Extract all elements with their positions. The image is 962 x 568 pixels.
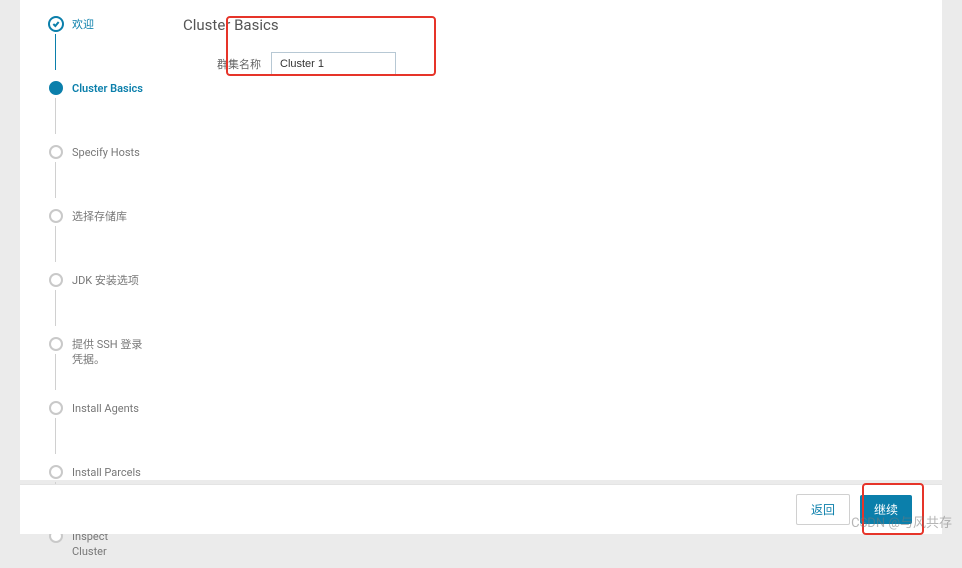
step-welcome[interactable]: 欢迎	[20, 12, 155, 56]
step-connector	[55, 418, 56, 454]
step-connector	[55, 226, 56, 262]
step-label: Install Agents	[72, 400, 139, 416]
step-cluster-basics[interactable]: Cluster Basics	[20, 76, 155, 120]
step-jdk-install[interactable]: JDK 安装选项	[20, 268, 155, 312]
pending-step-icon	[48, 336, 64, 352]
step-label: JDK 安装选项	[72, 272, 139, 288]
main-content: Cluster Basics 群集名称	[155, 0, 942, 480]
step-ssh-credentials[interactable]: 提供 SSH 登录凭据。	[20, 332, 155, 376]
active-step-icon	[48, 80, 64, 96]
cluster-name-row: 群集名称	[183, 52, 914, 76]
step-label: 欢迎	[72, 16, 94, 32]
step-label: Specify Hosts	[72, 144, 140, 160]
cluster-name-input[interactable]	[271, 52, 396, 76]
step-label: 选择存储库	[72, 208, 127, 224]
step-label: Install Parcels	[72, 464, 141, 480]
pending-step-icon	[48, 144, 64, 160]
pending-step-icon	[48, 464, 64, 480]
step-connector	[55, 354, 56, 390]
step-label: 提供 SSH 登录凭据。	[72, 336, 145, 368]
step-label: Cluster Basics	[72, 80, 143, 96]
check-icon	[48, 16, 64, 32]
continue-button[interactable]: 继续	[860, 495, 912, 524]
step-connector	[55, 162, 56, 198]
pending-step-icon	[48, 208, 64, 224]
cluster-name-label: 群集名称	[183, 56, 261, 72]
step-connector	[55, 290, 56, 326]
pending-step-icon	[48, 400, 64, 416]
step-install-agents[interactable]: Install Agents	[20, 396, 155, 440]
step-connector	[55, 98, 56, 134]
page-title: Cluster Basics	[183, 16, 914, 34]
pending-step-icon	[48, 272, 64, 288]
wizard-sidebar: 欢迎 Cluster Basics Specify Hosts 选择存储库	[20, 0, 155, 480]
step-connector	[55, 34, 56, 70]
step-select-repository[interactable]: 选择存储库	[20, 204, 155, 248]
step-specify-hosts[interactable]: Specify Hosts	[20, 140, 155, 184]
wizard-footer: 返回 继续	[20, 484, 942, 534]
back-button[interactable]: 返回	[796, 494, 850, 525]
